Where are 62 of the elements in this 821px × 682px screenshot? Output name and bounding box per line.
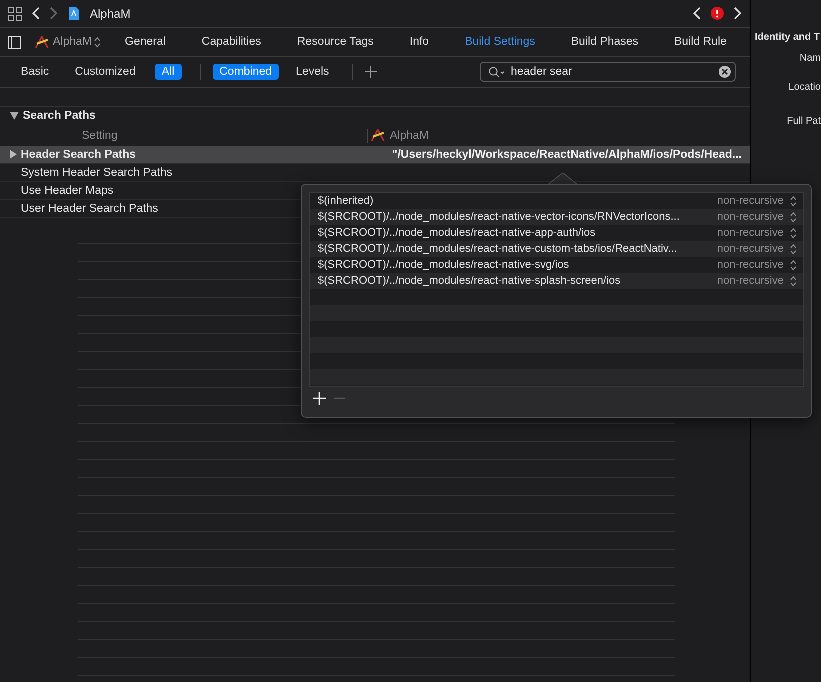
add-icon[interactable] <box>365 66 378 78</box>
setting-name: Header Search Paths <box>21 148 136 160</box>
path-entry[interactable]: $(SRCROOT)/../node_modules/react-native-custom-tabs/ios/ReactNativ... <box>318 243 678 255</box>
plus-icon <box>313 392 326 404</box>
setting-name: System Header Search Paths <box>21 166 172 178</box>
back-icon[interactable] <box>32 7 40 20</box>
recursion-mode[interactable]: non-recursive <box>717 259 784 271</box>
scope-filter[interactable]: All <box>154 64 182 80</box>
back-icon[interactable] <box>693 7 701 20</box>
column-header: Setting <box>82 130 119 142</box>
path-entry[interactable]: $(SRCROOT)/../node_modules/react-native-app-auth/ios <box>318 227 596 239</box>
editor-tab[interactable]: Info <box>410 36 430 48</box>
view-mode[interactable]: Combined <box>212 64 280 80</box>
path-entry[interactable]: $(SRCROOT)/../node_modules/react-native-splash-screen/ios <box>318 275 621 287</box>
editor-tab[interactable]: Build Rule <box>674 36 727 48</box>
path-entry[interactable]: $(inherited) <box>318 195 374 207</box>
editor-tab[interactable]: Resource Tags <box>297 36 374 48</box>
grid-icon[interactable] <box>8 6 22 20</box>
editor-tab[interactable]: General <box>125 36 166 48</box>
scope-filter[interactable]: Basic <box>14 64 56 80</box>
target-icon <box>371 129 386 142</box>
sidebar-icon[interactable] <box>8 36 21 48</box>
recursion-mode[interactable]: non-recursive <box>717 227 784 239</box>
target-icon <box>35 36 50 48</box>
setting-name: User Header Search Paths <box>21 202 158 214</box>
updown-icon[interactable] <box>790 212 797 222</box>
updown-icon[interactable] <box>790 244 797 254</box>
recursion-mode[interactable]: non-recursive <box>717 275 784 287</box>
recursion-mode[interactable]: non-recursive <box>717 195 784 207</box>
error-icon[interactable] <box>711 7 724 20</box>
document-icon <box>68 6 80 21</box>
field-label: Nam <box>800 53 821 64</box>
field-label: Full Pat <box>787 116 821 127</box>
section-title: Search Paths <box>23 110 96 122</box>
column-header: AlphaM <box>390 130 429 142</box>
updown-icon[interactable] <box>790 260 797 270</box>
path-entry[interactable]: $(SRCROOT)/../node_modules/react-native-svg/ios <box>318 259 570 271</box>
editor-tab[interactable]: Capabilities <box>202 36 262 48</box>
setting-row[interactable]: Header Search Paths "/Users/heckyl/Workspace/ReactNative/AlphaM/ios/Pods/Head... <box>0 146 750 164</box>
view-mode[interactable]: Levels <box>289 64 336 80</box>
recursion-mode[interactable]: non-recursive <box>717 211 784 223</box>
clear-icon[interactable] <box>719 66 731 78</box>
recursion-mode[interactable]: non-recursive <box>717 243 784 255</box>
scope-filter[interactable]: Customized <box>68 64 143 80</box>
search-field[interactable]: header sear <box>480 62 736 82</box>
editor-tab[interactable]: Build Settings <box>465 36 536 48</box>
setting-name: Use Header Maps <box>21 184 114 196</box>
editor-tab[interactable]: Build Phases <box>571 36 639 48</box>
field-label: Locatio <box>788 82 821 93</box>
updown-icon[interactable] <box>790 228 797 238</box>
setting-value[interactable]: "/Users/heckyl/Workspace/ReactNative/AlphaM/ios/Pods/Head... <box>392 148 742 160</box>
search-icon <box>489 66 505 78</box>
file-title: AlphaM <box>90 6 131 20</box>
updown-icon[interactable] <box>94 36 101 48</box>
disclosure-icon[interactable] <box>10 150 17 159</box>
updown-icon[interactable] <box>790 276 797 286</box>
target-selector[interactable]: AlphaM <box>53 36 92 48</box>
disclosure-icon[interactable] <box>10 112 19 120</box>
add-button[interactable] <box>313 392 326 404</box>
updown-icon[interactable] <box>790 196 797 206</box>
inspector-title: Identity and T <box>754 32 821 43</box>
path-entry[interactable]: $(SRCROOT)/../node_modules/react-native-vector-icons/RNVectorIcons... <box>318 211 680 223</box>
